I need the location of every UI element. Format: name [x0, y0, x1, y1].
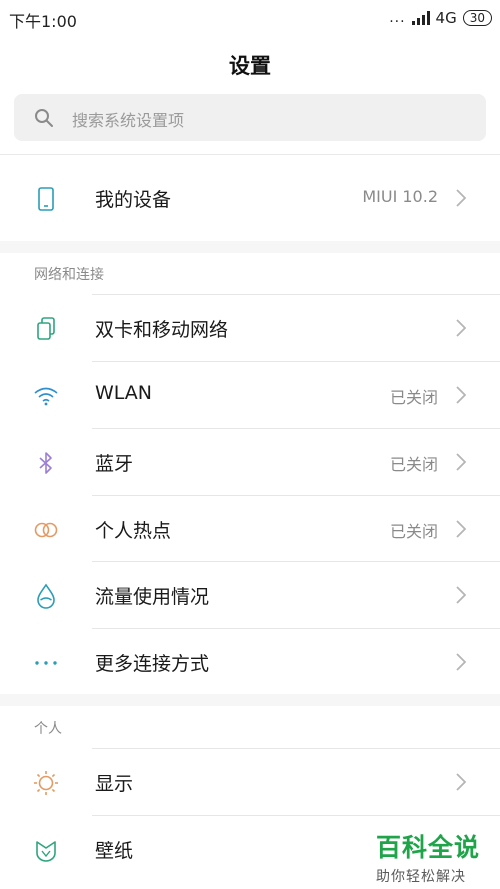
status-time: 下午1:00 [9, 12, 77, 31]
sim-card-icon [37, 317, 55, 340]
section-header-personal: 个人 [34, 721, 62, 737]
section-gap [0, 241, 500, 253]
row-data-usage[interactable]: 流量使用情况 [0, 562, 500, 628]
battery-icon: 30 [462, 10, 492, 26]
row-label: 流量使用情况 [95, 586, 210, 608]
more-dots-icon: ... [389, 10, 406, 26]
chevron-right-icon [456, 453, 466, 471]
hotspot-icon [34, 522, 58, 538]
row-label: 显示 [95, 773, 134, 795]
row-dual-sim[interactable]: 双卡和移动网络 [0, 295, 500, 361]
row-label: 更多连接方式 [95, 653, 210, 675]
row-label: 壁纸 [95, 840, 134, 862]
network-type: 4G [435, 9, 457, 27]
status-indicators: ... 4G 30 [389, 8, 492, 28]
my-device-value: MIUI 10.2 [362, 187, 438, 206]
row-display[interactable]: 显示 [0, 749, 500, 815]
watermark-title: 百科全说 [376, 833, 481, 862]
bluetooth-icon [39, 452, 52, 474]
chevron-right-icon [456, 520, 466, 538]
chevron-right-icon [456, 319, 466, 337]
chevron-right-icon [456, 386, 466, 404]
row-label: WLAN [95, 382, 153, 404]
chevron-right-icon [456, 586, 466, 604]
row-value: 已关闭 [389, 455, 438, 474]
page-title: 设置 [229, 54, 271, 78]
row-label: 个人热点 [95, 520, 172, 542]
row-wlan[interactable]: WLAN 已关闭 [0, 362, 500, 428]
search-input[interactable]: 搜索系统设置项 [14, 94, 486, 141]
row-more-connections[interactable]: 更多连接方式 [0, 629, 500, 695]
row-label: 双卡和移动网络 [95, 319, 229, 341]
row-label: 蓝牙 [95, 453, 134, 475]
row-value: 已关闭 [389, 388, 438, 407]
chevron-right-icon [456, 653, 466, 671]
my-device-row[interactable]: 我的设备 MIUI 10.2 [0, 165, 500, 231]
chevron-right-icon [456, 189, 466, 207]
wallpaper-icon [36, 841, 56, 862]
search-icon [35, 109, 53, 127]
chevron-right-icon [456, 773, 466, 791]
wifi-icon [34, 387, 58, 406]
signal-icon [411, 11, 430, 25]
my-device-label: 我的设备 [95, 189, 172, 211]
divider [0, 154, 500, 155]
section-header-network: 网络和连接 [34, 267, 104, 283]
section-gap [0, 694, 500, 706]
phone-icon [38, 187, 54, 211]
row-hotspot[interactable]: 个人热点 已关闭 [0, 496, 500, 562]
row-bluetooth[interactable]: 蓝牙 已关闭 [0, 429, 500, 495]
watermark-subtitle: 助你轻松解决 [376, 869, 466, 885]
search-placeholder: 搜索系统设置项 [72, 111, 185, 130]
row-value: 已关闭 [389, 522, 438, 541]
status-bar: 下午1:00 ... 4G 30 [0, 0, 500, 36]
water-drop-icon [37, 583, 55, 609]
more-dots-icon [35, 661, 57, 665]
sun-icon [34, 771, 58, 795]
watermark-logo: 百科全说 助你轻松解决 [376, 828, 492, 888]
